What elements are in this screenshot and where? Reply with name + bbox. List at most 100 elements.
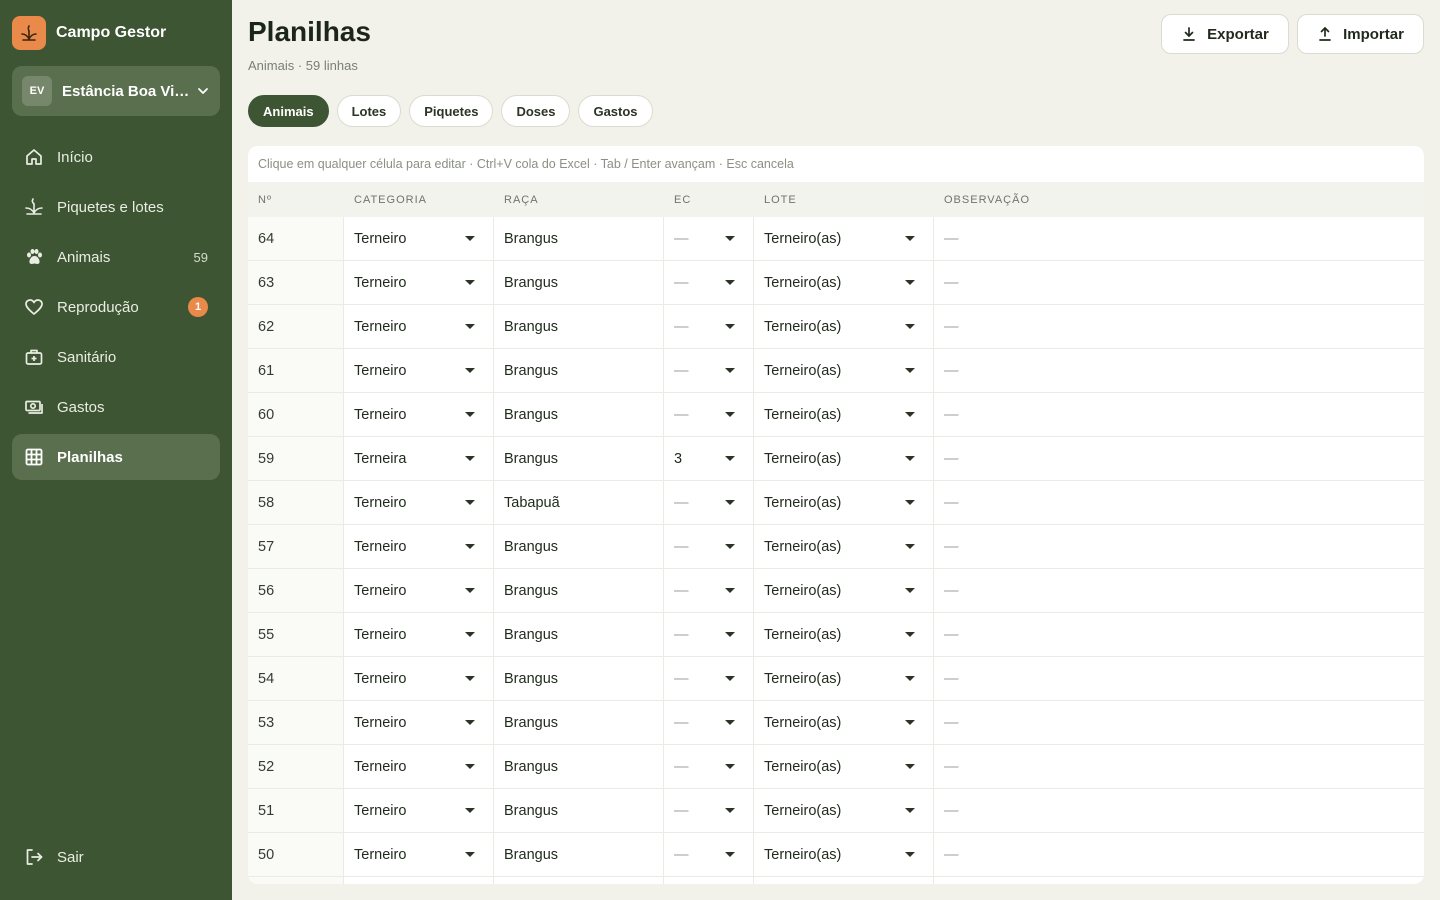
cell-ec[interactable]: — <box>664 569 754 612</box>
cell-lote[interactable]: Terneiro(as) <box>754 701 934 744</box>
cell-categoria[interactable]: Terneira <box>344 437 494 480</box>
dropdown-caret-icon[interactable] <box>465 720 475 725</box>
dropdown-caret-icon[interactable] <box>725 544 735 549</box>
cell-numero[interactable] <box>248 877 344 884</box>
cell-categoria[interactable]: Terneiro <box>344 569 494 612</box>
cell-numero[interactable]: 59 <box>248 437 344 480</box>
dropdown-caret-icon[interactable] <box>465 456 475 461</box>
cell-ec[interactable]: 3 <box>664 437 754 480</box>
cell-lote[interactable]: Terneiro(as) <box>754 613 934 656</box>
cell-ec[interactable]: — <box>664 261 754 304</box>
dropdown-caret-icon[interactable] <box>465 412 475 417</box>
cell-raca[interactable]: Brangus <box>494 701 664 744</box>
dropdown-caret-icon[interactable] <box>905 456 915 461</box>
cell-raca[interactable]: Brangus <box>494 833 664 876</box>
farm-selector[interactable]: EV Estância Boa Vista <box>12 66 220 116</box>
cell-ec[interactable]: — <box>664 789 754 832</box>
dropdown-caret-icon[interactable] <box>465 236 475 241</box>
dropdown-caret-icon[interactable] <box>905 808 915 813</box>
dropdown-caret-icon[interactable] <box>725 236 735 241</box>
dropdown-caret-icon[interactable] <box>725 632 735 637</box>
tab-animais[interactable]: Animais <box>248 95 329 127</box>
cell-raca[interactable] <box>494 877 664 884</box>
cell-observacao[interactable]: — <box>934 789 1424 832</box>
dropdown-caret-icon[interactable] <box>725 500 735 505</box>
export-button[interactable]: Exportar <box>1161 14 1289 54</box>
cell-observacao[interactable]: — <box>934 657 1424 700</box>
cell-observacao[interactable]: — <box>934 569 1424 612</box>
cell-ec[interactable]: — <box>664 217 754 260</box>
sidebar-item-animais[interactable]: Animais 59 <box>12 234 220 280</box>
dropdown-caret-icon[interactable] <box>465 280 475 285</box>
cell-raca[interactable]: Brangus <box>494 657 664 700</box>
dropdown-caret-icon[interactable] <box>905 720 915 725</box>
dropdown-caret-icon[interactable] <box>905 764 915 769</box>
cell-observacao[interactable]: — <box>934 481 1424 524</box>
cell-numero[interactable]: 64 <box>248 217 344 260</box>
cell-lote[interactable]: Terneiro(as) <box>754 481 934 524</box>
cell-categoria[interactable]: Terneiro <box>344 789 494 832</box>
sidebar-item-inicio[interactable]: Início <box>12 134 220 180</box>
cell-categoria[interactable]: Terneiro <box>344 481 494 524</box>
cell-categoria[interactable]: Terneiro <box>344 613 494 656</box>
cell-numero[interactable]: 58 <box>248 481 344 524</box>
cell-observacao[interactable]: — <box>934 393 1424 436</box>
cell-observacao[interactable]: — <box>934 437 1424 480</box>
sidebar-item-gastos[interactable]: Gastos <box>12 384 220 430</box>
cell-lote[interactable]: Terneiro(as) <box>754 745 934 788</box>
cell-ec[interactable]: — <box>664 393 754 436</box>
cell-numero[interactable]: 60 <box>248 393 344 436</box>
cell-ec[interactable]: — <box>664 349 754 392</box>
cell-categoria[interactable]: Terneiro <box>344 393 494 436</box>
dropdown-caret-icon[interactable] <box>465 588 475 593</box>
cell-lote[interactable]: Terneiro(as) <box>754 217 934 260</box>
dropdown-caret-icon[interactable] <box>725 324 735 329</box>
dropdown-caret-icon[interactable] <box>725 368 735 373</box>
cell-observacao[interactable]: — <box>934 745 1424 788</box>
cell-raca[interactable]: Brangus <box>494 261 664 304</box>
cell-observacao[interactable] <box>934 877 1424 884</box>
cell-numero[interactable]: 57 <box>248 525 344 568</box>
cell-numero[interactable]: 55 <box>248 613 344 656</box>
cell-observacao[interactable]: — <box>934 613 1424 656</box>
cell-numero[interactable]: 53 <box>248 701 344 744</box>
cell-observacao[interactable]: — <box>934 349 1424 392</box>
dropdown-caret-icon[interactable] <box>465 676 475 681</box>
import-button[interactable]: Importar <box>1297 14 1424 54</box>
cell-numero[interactable]: 54 <box>248 657 344 700</box>
dropdown-caret-icon[interactable] <box>905 412 915 417</box>
cell-numero[interactable]: 52 <box>248 745 344 788</box>
cell-lote[interactable]: Terneiro(as) <box>754 833 934 876</box>
cell-numero[interactable]: 62 <box>248 305 344 348</box>
cell-lote[interactable]: Terneiro(as) <box>754 569 934 612</box>
cell-numero[interactable]: 63 <box>248 261 344 304</box>
cell-categoria[interactable]: Terneiro <box>344 349 494 392</box>
cell-observacao[interactable]: — <box>934 701 1424 744</box>
cell-observacao[interactable]: — <box>934 217 1424 260</box>
tab-doses[interactable]: Doses <box>501 95 571 127</box>
dropdown-caret-icon[interactable] <box>725 720 735 725</box>
cell-numero[interactable]: 51 <box>248 789 344 832</box>
sidebar-item-piquetes[interactable]: Piquetes e lotes <box>12 184 220 230</box>
cell-lote[interactable]: Terneiro(as) <box>754 393 934 436</box>
cell-ec[interactable]: — <box>664 701 754 744</box>
cell-observacao[interactable]: — <box>934 525 1424 568</box>
dropdown-caret-icon[interactable] <box>465 852 475 857</box>
dropdown-caret-icon[interactable] <box>905 852 915 857</box>
cell-lote[interactable]: Terneiro(as) <box>754 349 934 392</box>
logout-button[interactable]: Sair <box>12 834 220 880</box>
dropdown-caret-icon[interactable] <box>465 764 475 769</box>
cell-raca[interactable]: Brangus <box>494 613 664 656</box>
cell-raca[interactable]: Brangus <box>494 437 664 480</box>
cell-numero[interactable]: 56 <box>248 569 344 612</box>
cell-raca[interactable]: Brangus <box>494 789 664 832</box>
cell-categoria[interactable]: Terneiro <box>344 745 494 788</box>
dropdown-caret-icon[interactable] <box>465 500 475 505</box>
cell-lote[interactable]: Terneiro(as) <box>754 525 934 568</box>
cell-categoria[interactable]: Terneiro <box>344 701 494 744</box>
cell-lote[interactable] <box>754 877 934 884</box>
cell-categoria[interactable]: Terneiro <box>344 261 494 304</box>
cell-ec[interactable]: — <box>664 833 754 876</box>
brand[interactable]: Campo Gestor <box>12 16 166 50</box>
cell-lote[interactable]: Terneiro(as) <box>754 437 934 480</box>
